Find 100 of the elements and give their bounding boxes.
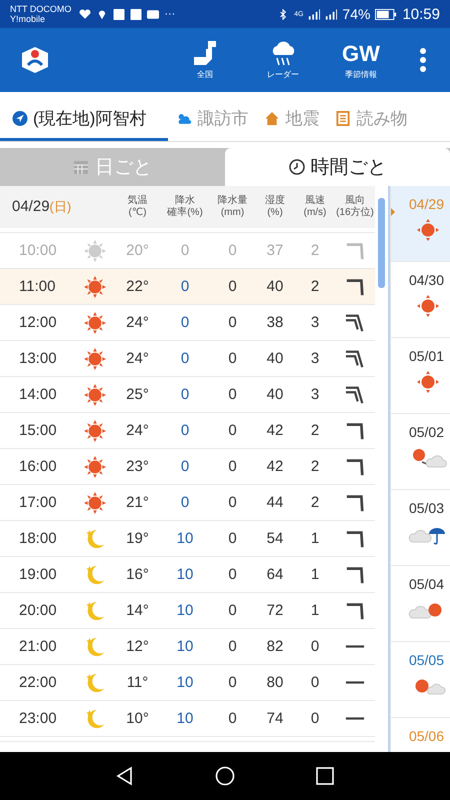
temperature-cell-text: 23° (125, 458, 150, 475)
temperature-cell-text: 22° (125, 278, 150, 295)
time-cell-text: 19:00 (18, 566, 58, 583)
precipitation-chance-cell-text: 10 (176, 602, 194, 619)
time-cell-text: 12:00 (18, 314, 58, 331)
precipitation-chance-cell-text: 10 (176, 674, 194, 691)
column-header: 風向 (345, 195, 365, 206)
column-header: 湿度 (265, 195, 285, 207)
column-header: 確率(%) (167, 207, 203, 219)
rainfall-cell-text: 0 (227, 458, 238, 475)
wind-speed-cell-text: 0 (310, 638, 320, 655)
temperature-cell-text: 24° (125, 314, 150, 331)
wind-speed-cell-text: 0 (310, 674, 320, 691)
heart-icon (79, 8, 92, 20)
app-icon (113, 8, 126, 20)
rainfall-cell-text: 0 (227, 386, 238, 403)
column-header: 風速 (305, 195, 325, 207)
wind-speed-cell-text: 3 (310, 350, 320, 367)
signal-icon (308, 8, 320, 20)
signal-icon (325, 8, 338, 20)
more-notifications: ··· (164, 8, 176, 20)
wind-speed-cell-text: 2 (310, 278, 320, 295)
humidity-cell-text: 54 (266, 530, 284, 547)
time-cell-text: 18:00 (18, 530, 58, 547)
menu-icon[interactable] (420, 48, 426, 72)
home-icon[interactable] (215, 766, 235, 786)
time-cell-text: 22:00 (18, 674, 58, 691)
humidity-cell-text: 80 (266, 674, 284, 691)
weekday-label: (日) (50, 198, 72, 216)
scrollbar-thumb[interactable] (378, 198, 385, 288)
logo-icon[interactable] (20, 45, 50, 75)
wind-speed-cell-text: 2 (310, 422, 320, 439)
temperature-cell-text: 20° (125, 242, 150, 259)
wind-speed-cell-text: 1 (310, 566, 320, 583)
navigation-icon (12, 110, 28, 126)
column-header: (16方位) (336, 207, 374, 219)
clock: 10:59 (402, 6, 440, 22)
day-item[interactable]: 04/30 (391, 262, 450, 338)
time-cell-text: 15:00 (18, 422, 58, 439)
rainfall-cell-text: 0 (227, 350, 238, 367)
time-cell-text: 17:00 (18, 494, 58, 511)
day-item[interactable]: 05/02 (391, 414, 450, 490)
time-cell-text: 14:00 (18, 386, 58, 403)
humidity-cell-text: 40 (266, 278, 284, 295)
time-cell-text: 11:00 (18, 278, 56, 295)
wind-speed-cell-text: 1 (310, 602, 320, 619)
toolbar-button[interactable]: GW 季節情報 (326, 40, 396, 80)
humidity-cell-text: 64 (266, 566, 284, 583)
precipitation-chance-cell-text: 0 (180, 278, 190, 295)
precipitation-chance-cell-text: 0 (180, 350, 190, 367)
rainfall-cell-text: 0 (227, 278, 238, 295)
toolbar-button[interactable]: 全国 (170, 40, 240, 80)
rainfall-cell-text: 0 (227, 566, 238, 583)
precipitation-chance-cell-text: 0 (180, 242, 190, 259)
time-cell-text: 20:00 (18, 602, 58, 619)
wind-speed-cell-text: 1 (310, 530, 320, 547)
day-item[interactable]: 05/03 (391, 490, 450, 566)
recent-apps-icon[interactable] (315, 766, 335, 786)
column-header: (mm) (220, 207, 244, 219)
rainfall-cell-text: 0 (227, 314, 238, 331)
time-cell-text: 10:00 (18, 242, 58, 259)
rainfall-cell-text: 0 (227, 674, 238, 691)
precipitation-chance-cell-text: 0 (180, 494, 190, 511)
wind-speed-cell-text: 0 (310, 710, 320, 727)
house-icon (264, 110, 280, 126)
carrier-name: NTT DOCOMO (10, 4, 72, 14)
time-cell-text: 21:00 (18, 638, 58, 655)
carrier-name: Y!mobile (10, 14, 46, 24)
day-item[interactable]: 05/01 (391, 338, 450, 414)
temperature-cell-text: 16° (125, 566, 150, 583)
battery-percent: 74% (342, 6, 370, 22)
rainfall-cell-text: 0 (227, 242, 238, 259)
app-icon (130, 8, 142, 20)
humidity-cell-text: 72 (266, 602, 284, 619)
temperature-cell-text: 24° (125, 422, 150, 439)
temperature-cell-text: 10° (125, 710, 150, 727)
precipitation-chance-cell-text: 10 (176, 710, 194, 727)
temperature-cell-text: 11° (126, 674, 150, 691)
time-cell-text: 16:00 (18, 458, 58, 475)
back-icon[interactable] (115, 766, 135, 786)
precipitation-chance-cell-text: 10 (176, 530, 194, 547)
temperature-cell-text: 21° (125, 494, 150, 511)
column-header: 降水 (175, 195, 195, 206)
day-item[interactable]: 05/05 (391, 642, 450, 718)
precipitation-chance-cell-text: 0 (180, 314, 190, 331)
view-tab[interactable]: 時間ごと (225, 148, 450, 186)
humidity-cell-text: 42 (266, 422, 284, 439)
wind-speed-cell-text: 3 (310, 314, 320, 331)
rainfall-cell-text: 0 (227, 602, 238, 619)
rainfall-cell-text: 0 (227, 422, 238, 439)
day-item[interactable]: 05/04 (391, 566, 450, 642)
humidity-cell-text: 40 (266, 386, 284, 403)
date-label: 04/29 (12, 198, 50, 215)
toolbar-button[interactable]: レーダー (248, 40, 318, 80)
humidity-cell-text: 42 (266, 458, 284, 475)
rainfall-cell-text: 0 (227, 638, 238, 655)
column-header: 降水量 (218, 195, 248, 207)
precipitation-chance-cell-text: 10 (176, 638, 194, 655)
wind-speed-cell-text: 2 (310, 458, 320, 475)
rainfall-cell-text: 0 (227, 530, 238, 547)
